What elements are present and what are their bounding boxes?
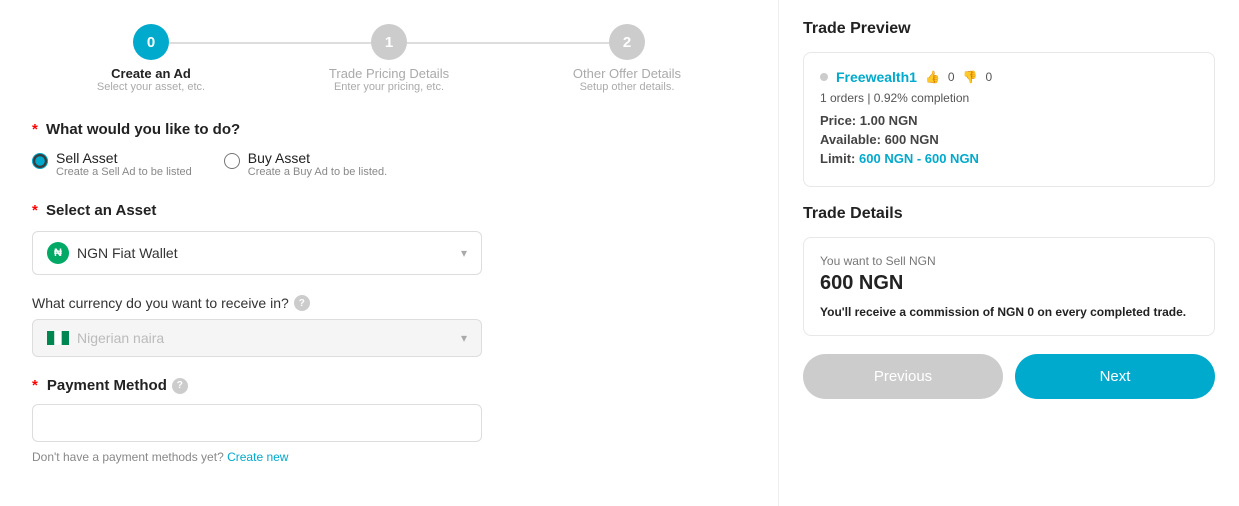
price-row: Price: 1.00 NGN	[820, 113, 1198, 128]
sell-asset-option[interactable]: Sell Asset Create a Sell Ad to be listed	[32, 150, 192, 178]
user-status-dot	[820, 73, 828, 81]
limit-row: Limit: 600 NGN - 600 NGN	[820, 151, 1198, 166]
commission-text: You'll receive a commission of NGN 0 on …	[820, 305, 1198, 319]
step-1: 1 Trade Pricing Details Enter your prici…	[270, 24, 508, 93]
payment-method-section: * Payment Method ? Don't have a payment …	[32, 377, 746, 464]
step-2-circle: 2	[609, 24, 645, 60]
what-to-do-label: * What would you like to do?	[32, 121, 746, 138]
currency-select-wrapper: Nigerian naira ▾	[32, 319, 746, 357]
nigeria-flag-icon	[47, 331, 69, 345]
buy-asset-option[interactable]: Buy Asset Create a Buy Ad to be listed.	[224, 150, 387, 178]
select-asset-label: * Select an Asset	[32, 202, 746, 219]
right-panel: Trade Preview Freewealth1 👍 0 👎 0 1 orde…	[779, 0, 1239, 506]
trade-details-card: You want to Sell NGN 600 NGN You'll rece…	[803, 237, 1215, 336]
limit-value: 600 NGN - 600 NGN	[859, 151, 979, 166]
user-row: Freewealth1 👍 0 👎 0	[820, 69, 1198, 85]
step-1-label: Trade Pricing Details Enter your pricing…	[329, 66, 449, 93]
select-asset-section: * Select an Asset ₦ NGN Fiat Wallet ▾	[32, 202, 746, 275]
sell-asset-radio[interactable]	[32, 153, 48, 169]
payment-method-input[interactable]	[32, 404, 482, 442]
step-0-label: Create an Ad Select your asset, etc.	[97, 66, 205, 93]
wallet-icon: ₦	[47, 242, 69, 264]
currency-label: What currency do you want to receive in?…	[32, 295, 746, 311]
thumbs-up-icon: 👍	[925, 70, 940, 84]
orders-row: 1 orders | 0.92% completion	[820, 91, 1198, 105]
currency-select-box[interactable]: Nigerian naira ▾	[32, 319, 482, 357]
currency-chevron-icon: ▾	[461, 331, 467, 345]
currency-help-icon[interactable]: ?	[294, 295, 310, 311]
step-2-label: Other Offer Details Setup other details.	[573, 66, 681, 93]
step-2: 2 Other Offer Details Setup other detail…	[508, 24, 746, 93]
what-to-do-section: * What would you like to do? Sell Asset …	[32, 121, 746, 178]
radio-group: Sell Asset Create a Sell Ad to be listed…	[32, 150, 746, 178]
step-0: 0 Create an Ad Select your asset, etc.	[32, 24, 270, 93]
trade-sell-label: You want to Sell NGN	[820, 254, 1198, 268]
step-0-circle: 0	[133, 24, 169, 60]
currency-section: What currency do you want to receive in?…	[32, 295, 746, 357]
required-star-3: *	[32, 377, 38, 394]
trade-amount: 600 NGN	[820, 272, 1198, 295]
asset-select-box[interactable]: ₦ NGN Fiat Wallet ▾	[32, 231, 482, 275]
payment-method-label: * Payment Method ?	[32, 377, 746, 394]
available-row: Available: 600 NGN	[820, 132, 1198, 147]
no-payment-text: Don't have a payment methods yet? Create…	[32, 450, 746, 464]
previous-button[interactable]: Previous	[803, 354, 1003, 399]
username: Freewealth1	[836, 69, 917, 85]
button-row: Previous Next	[803, 354, 1215, 399]
buy-asset-radio[interactable]	[224, 153, 240, 169]
asset-select-wrapper: ₦ NGN Fiat Wallet ▾	[32, 231, 746, 275]
next-button[interactable]: Next	[1015, 354, 1215, 399]
trade-details-title: Trade Details	[803, 205, 1215, 223]
thumbs-up-count: 0	[948, 70, 955, 84]
payment-method-help-icon[interactable]: ?	[172, 378, 188, 394]
thumbs-down-count: 0	[986, 70, 993, 84]
thumbs-down-icon: 👎	[963, 70, 978, 84]
trade-preview-title: Trade Preview	[803, 20, 1215, 38]
left-panel: 0 Create an Ad Select your asset, etc. 1…	[0, 0, 779, 506]
required-star-2: *	[32, 202, 38, 219]
step-1-circle: 1	[371, 24, 407, 60]
trade-preview-card: Freewealth1 👍 0 👎 0 1 orders | 0.92% com…	[803, 52, 1215, 187]
required-star-1: *	[32, 121, 38, 138]
stepper: 0 Create an Ad Select your asset, etc. 1…	[32, 24, 746, 93]
create-new-link[interactable]: Create new	[227, 450, 288, 464]
asset-chevron-icon: ▾	[461, 246, 467, 260]
